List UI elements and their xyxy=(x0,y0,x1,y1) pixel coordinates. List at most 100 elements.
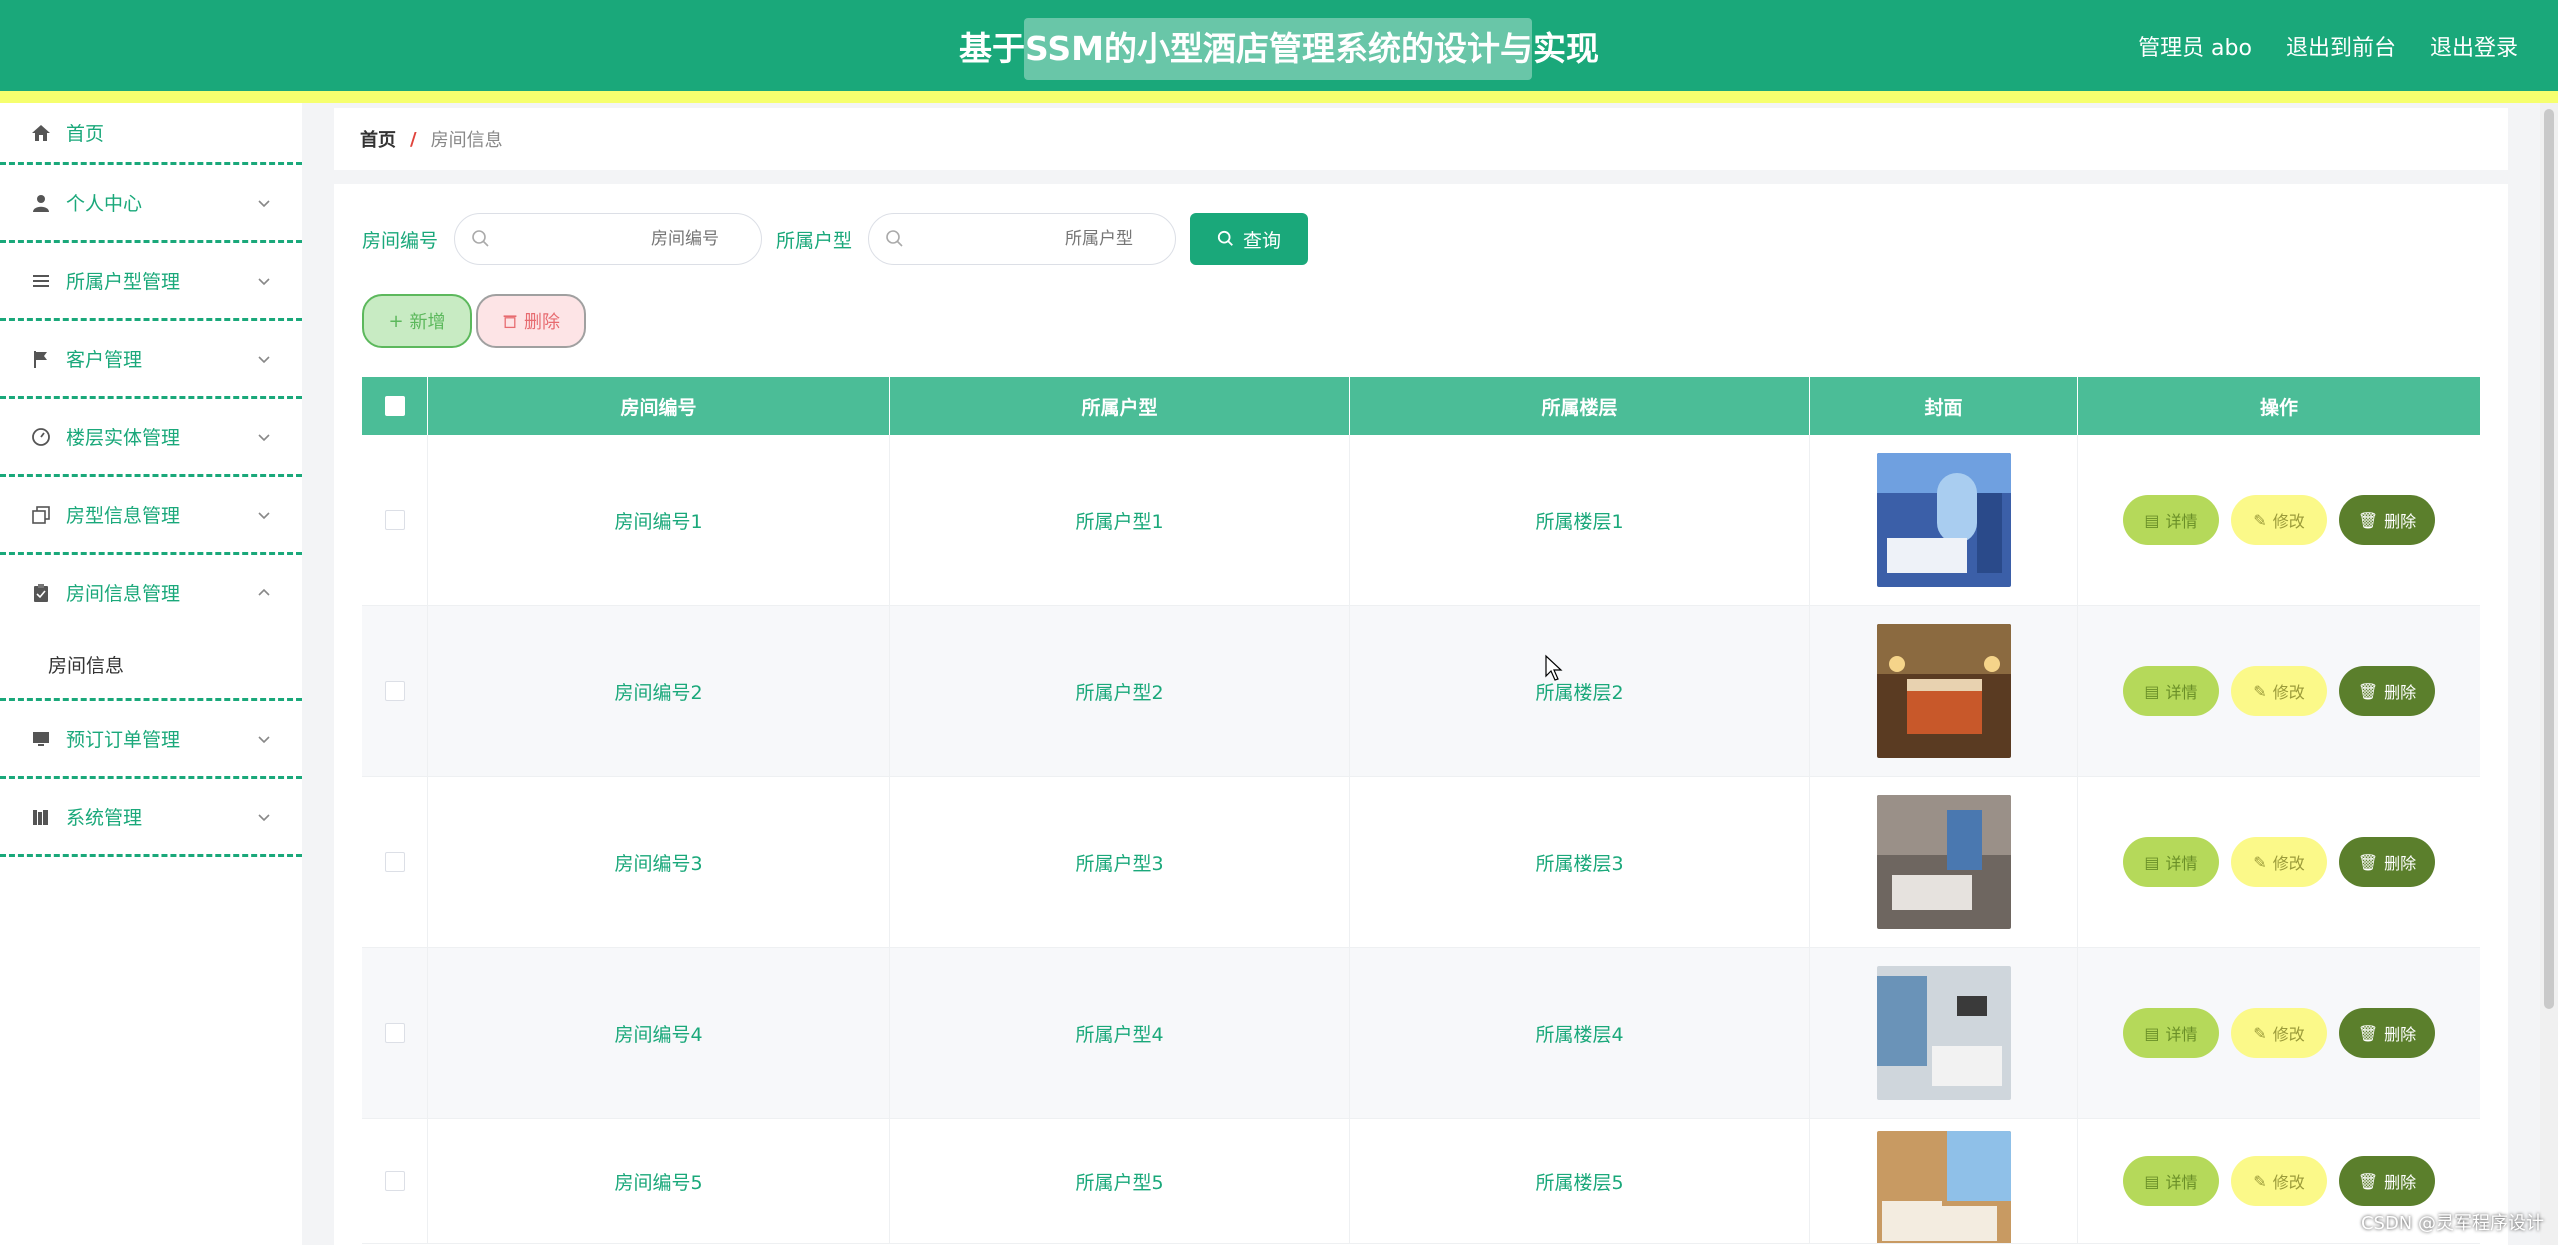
delete-label: 删除 xyxy=(2384,854,2417,873)
sidebar-item-roomtypes[interactable]: 房型信息管理 xyxy=(0,477,302,555)
watermark: CSDN @灵军程序设计 xyxy=(2360,1213,2544,1234)
cell-operations: ▤ 详情 ✎ 修改 🗑 删除 xyxy=(2078,435,2480,605)
room-number-input[interactable] xyxy=(491,228,746,250)
books-icon xyxy=(28,804,54,830)
pencil-icon: ✎ xyxy=(2253,681,2267,701)
document-icon: ▤ xyxy=(2144,681,2160,701)
delete-button[interactable]: 🗑 删除 xyxy=(2339,666,2435,716)
table-row: 房间编号4 所属户型4 所属楼层4 ▤ 详情 ✎ 修改 🗑 删除 xyxy=(362,948,2480,1119)
sidebar-item-customers[interactable]: 客户管理 xyxy=(0,321,302,399)
cell-floor: 所属楼层3 xyxy=(1350,777,1810,947)
query-label: 查询 xyxy=(1243,229,1282,252)
room-type-input[interactable] xyxy=(905,228,1160,250)
row-checkbox-cell xyxy=(362,1119,428,1243)
header-operations: 操作 xyxy=(2259,396,2298,419)
table-row: 房间编号5 所属户型5 所属楼层5 ▤ 详情 ✎ 修改 🗑 删除 xyxy=(362,1119,2480,1244)
batch-delete-button[interactable]: 删除 xyxy=(476,294,586,348)
sidebar-item-home[interactable]: 首页 xyxy=(0,103,302,165)
front-link[interactable]: 退出到前台 xyxy=(2286,30,2396,62)
cell-room-type: 所属户型2 xyxy=(890,606,1350,776)
detail-button[interactable]: ▤ 详情 xyxy=(2123,837,2219,887)
logout-link[interactable]: 退出登录 xyxy=(2430,30,2518,62)
top-header: 基于SSM的小型酒店管理系统的设计与实现 管理员 abo 退出到前台 退出登录 xyxy=(0,0,2558,103)
row-checkbox[interactable] xyxy=(384,510,405,530)
sidebar-subitem-room-info[interactable]: 房间信息 xyxy=(0,630,302,701)
select-all-checkbox[interactable] xyxy=(384,396,405,416)
sidebar-item-system[interactable]: 系统管理 xyxy=(0,779,302,857)
detail-label: 详情 xyxy=(2165,683,2198,702)
room-type-search xyxy=(868,213,1177,265)
edit-label: 修改 xyxy=(2272,1025,2305,1044)
edit-button[interactable]: ✎ 修改 xyxy=(2231,837,2327,887)
chevron-down-icon xyxy=(258,735,270,743)
sidebar-item-label: 房型信息管理 xyxy=(66,505,181,527)
sidebar-item-label: 楼层实体管理 xyxy=(66,427,181,449)
cell-room-type: 所属户型4 xyxy=(890,948,1350,1118)
sidebar-item-label: 预订订单管理 xyxy=(66,729,181,751)
query-button[interactable]: 查询 xyxy=(1190,213,1309,265)
room-cover-image[interactable] xyxy=(1876,624,2011,758)
search-icon xyxy=(1217,230,1233,246)
sidebar-item-floors[interactable]: 楼层实体管理 xyxy=(0,399,302,477)
room-cover-image[interactable] xyxy=(1876,1131,2011,1244)
detail-label: 详情 xyxy=(2165,1025,2198,1044)
sidebar-item-roomtype-belong[interactable]: 所属户型管理 xyxy=(0,243,302,321)
detail-label: 详情 xyxy=(2165,854,2198,873)
detail-button[interactable]: ▤ 详情 xyxy=(2123,666,2219,716)
room-cover-image[interactable] xyxy=(1876,453,2011,587)
row-checkbox-cell xyxy=(362,435,428,605)
detail-button[interactable]: ▤ 详情 xyxy=(2123,495,2219,545)
row-checkbox-cell xyxy=(362,777,428,947)
room-cover-image[interactable] xyxy=(1876,795,2011,929)
add-button[interactable]: + 新增 xyxy=(362,294,472,348)
sidebar-item-personal[interactable]: 个人中心 xyxy=(0,165,302,243)
document-icon: ▤ xyxy=(2144,510,2160,530)
room-cover-image[interactable] xyxy=(1876,966,2011,1100)
search-bar: 房间编号 所属户型 查询 xyxy=(362,211,1309,267)
home-icon xyxy=(28,120,54,146)
row-checkbox[interactable] xyxy=(384,1171,405,1191)
delete-button[interactable]: 🗑 删除 xyxy=(2339,1156,2435,1206)
edit-button[interactable]: ✎ 修改 xyxy=(2231,495,2327,545)
room-type-label: 所属户型 xyxy=(776,229,853,252)
search-icon xyxy=(472,230,489,247)
edit-button[interactable]: ✎ 修改 xyxy=(2231,666,2327,716)
sidebar-item-rooms[interactable]: 房间信息管理 xyxy=(0,555,302,630)
trash-icon: 🗑 xyxy=(2357,852,2379,872)
cell-floor: 所属楼层2 xyxy=(1350,606,1810,776)
edit-label: 修改 xyxy=(2272,1173,2305,1192)
trash-icon: 🗑 xyxy=(2357,1023,2379,1043)
breadcrumb: 首页 / 房间信息 xyxy=(334,108,2508,170)
breadcrumb-home[interactable]: 首页 xyxy=(360,126,396,152)
room-table: 房间编号 所属户型 所属楼层 封面 操作 房间编号1 所属户型1 所属楼层1 ▤… xyxy=(362,377,2480,1244)
header-room-number: 房间编号 xyxy=(428,377,890,435)
detail-button[interactable]: ▤ 详情 xyxy=(2123,1008,2219,1058)
page-scrollbar[interactable] xyxy=(2540,103,2558,1245)
edit-button[interactable]: ✎ 修改 xyxy=(2231,1008,2327,1058)
trash-icon: 🗑 xyxy=(2357,1171,2379,1191)
room-number-search xyxy=(454,213,763,265)
row-checkbox-cell xyxy=(362,606,428,776)
delete-button[interactable]: 🗑 删除 xyxy=(2339,1008,2435,1058)
row-checkbox[interactable] xyxy=(384,1023,405,1043)
detail-button[interactable]: ▤ 详情 xyxy=(2123,1156,2219,1206)
sidebar-item-label: 房间信息管理 xyxy=(66,583,181,605)
delete-button[interactable]: 🗑 删除 xyxy=(2339,495,2435,545)
row-checkbox-cell xyxy=(362,948,428,1118)
edit-button[interactable]: ✎ 修改 xyxy=(2231,1156,2327,1206)
add-label: 新增 xyxy=(409,312,446,333)
pencil-icon: ✎ xyxy=(2253,1023,2267,1043)
clipboard-icon xyxy=(28,580,54,606)
admin-user-link[interactable]: 管理员 abo xyxy=(2138,30,2252,62)
cell-operations: ▤ 详情 ✎ 修改 🗑 删除 xyxy=(2078,948,2480,1118)
row-checkbox[interactable] xyxy=(384,852,405,872)
scrollbar-thumb[interactable] xyxy=(2544,109,2554,1009)
room-number-label: 房间编号 xyxy=(362,229,439,252)
chevron-down-icon xyxy=(258,433,270,441)
search-icon xyxy=(886,230,903,247)
delete-button[interactable]: 🗑 删除 xyxy=(2339,837,2435,887)
delete-label: 删除 xyxy=(2384,1025,2417,1044)
row-checkbox[interactable] xyxy=(384,681,405,701)
sidebar-item-bookings[interactable]: 预订订单管理 xyxy=(0,701,302,779)
copy-icon xyxy=(28,502,54,528)
